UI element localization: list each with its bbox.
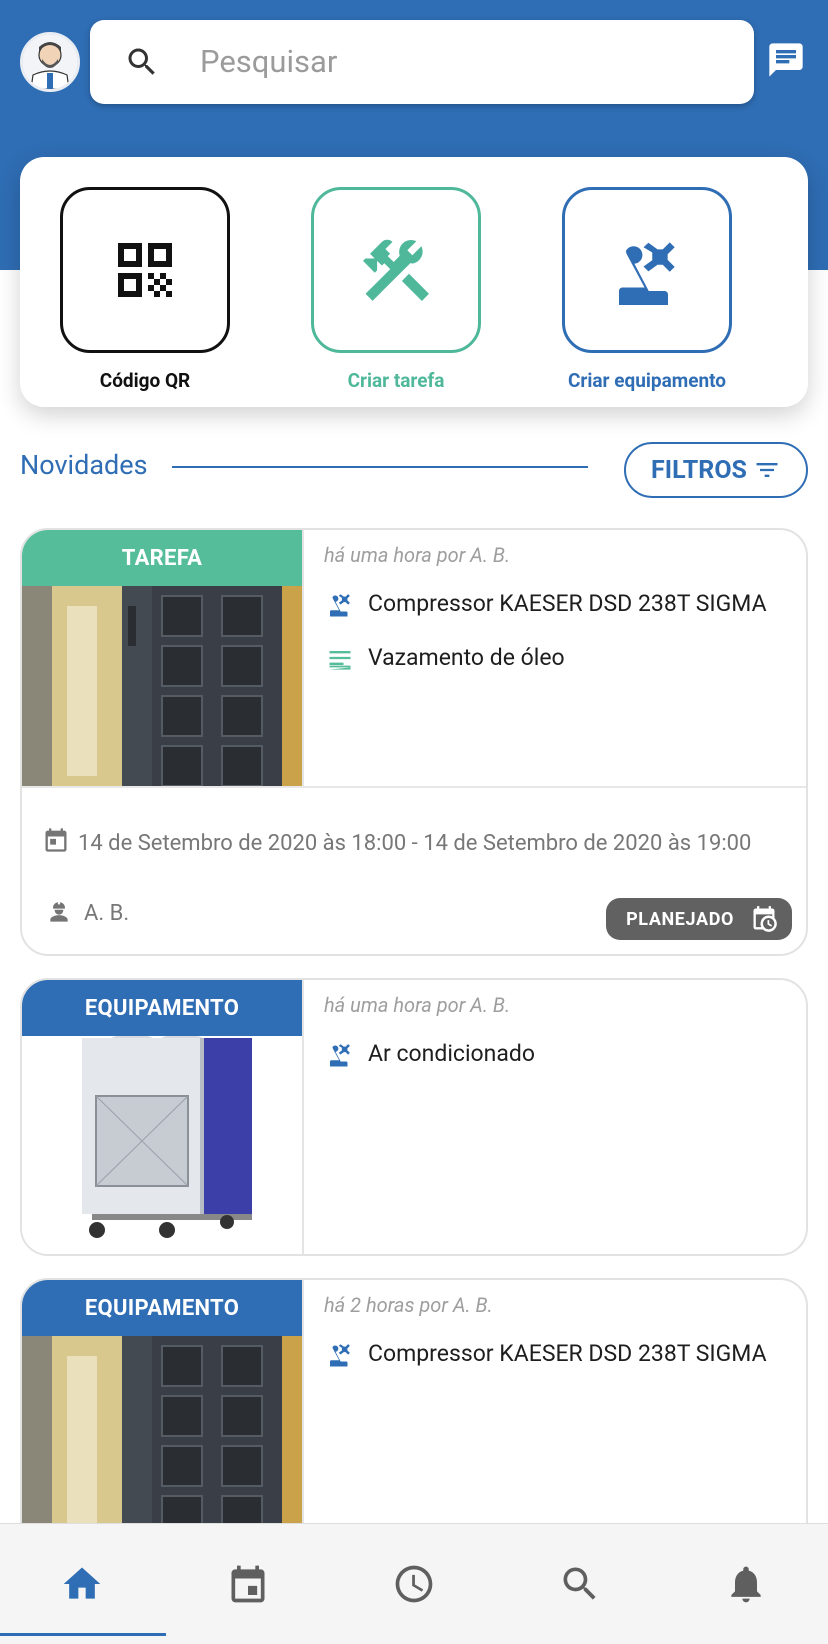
equipment-photo	[22, 586, 302, 786]
equipment-row: Compressor KAESER DSD 238T SIGMA	[324, 588, 796, 620]
nav-notifications[interactable]	[722, 1560, 770, 1608]
nav-search[interactable]	[556, 1560, 604, 1608]
filters-label: FILTROS	[651, 455, 747, 485]
status-label: PLANEJADO	[626, 908, 734, 930]
card-content: há uma hora por A. B. Ar condicionado	[324, 980, 796, 1070]
qr-code-action[interactable]: Código QR	[25, 187, 265, 393]
card-separator	[22, 786, 806, 788]
card-content: há uma hora por A. B. Compressor KAESER …	[324, 530, 796, 674]
nav-active-indicator	[0, 1633, 166, 1636]
home-icon	[63, 1567, 101, 1599]
quick-actions-card: Código QR Criar tarefa Criar equipamento	[20, 157, 808, 407]
search-input[interactable]: Pesquisar	[200, 44, 337, 80]
description-row: Vazamento de óleo	[324, 642, 796, 674]
feed-card-equipment[interactable]: EQUIPAMENTO há uma hora por A. B. Ar con…	[20, 978, 808, 1256]
news-divider	[172, 466, 588, 468]
calendar-icon	[45, 828, 67, 852]
qr-code-icon	[118, 243, 172, 297]
card-meta: há uma hora por A. B.	[324, 993, 511, 1017]
create-equipment-label: Criar equipamento	[567, 369, 727, 392]
avatar-illustration	[23, 35, 77, 89]
assignee-row: A. B.	[46, 900, 129, 926]
notes-icon	[324, 642, 356, 674]
card-divider	[302, 530, 304, 786]
nav-home[interactable]	[58, 1560, 106, 1608]
card-media: TAREFA	[22, 530, 302, 786]
calendar-icon	[231, 1565, 265, 1603]
create-task-action[interactable]: Criar tarefa	[276, 187, 516, 393]
robot-arm-icon	[324, 1338, 356, 1370]
feed-card-task[interactable]: TAREFA há uma hora por A. B. Compressor …	[20, 528, 808, 956]
robot-arm-icon	[324, 588, 356, 620]
task-description: Vazamento de óleo	[368, 644, 565, 671]
tools-icon	[363, 239, 429, 301]
equipment-photo	[22, 1036, 302, 1254]
filter-icon	[756, 463, 778, 477]
clock-icon	[395, 1565, 433, 1603]
search-bar[interactable]: Pesquisar	[90, 20, 754, 104]
equipment-name: Ar condicionado	[368, 1040, 535, 1067]
create-task-label: Criar tarefa	[347, 369, 445, 392]
schedule-text: 14 de Setembro de 2020 às 18:00 - 14 de …	[78, 831, 752, 856]
nav-history[interactable]	[390, 1560, 438, 1608]
bottom-navigation	[0, 1523, 828, 1644]
compressor-image	[22, 586, 302, 786]
equipment-row: Ar condicionado	[324, 1038, 796, 1070]
card-meta: há uma hora por A. B.	[324, 543, 511, 567]
equipment-name: Compressor KAESER DSD 238T SIGMA	[368, 1340, 767, 1367]
assignee-name: A. B.	[84, 900, 130, 926]
card-media: EQUIPAMENTO	[22, 980, 302, 1254]
nav-calendar[interactable]	[224, 1560, 272, 1608]
bell-icon	[731, 1566, 761, 1603]
status-badge[interactable]: PLANEJADO	[606, 898, 792, 940]
card-divider	[302, 980, 304, 1254]
card-meta: há 2 horas por A. B.	[324, 1293, 493, 1317]
type-badge: EQUIPAMENTO	[22, 1280, 302, 1336]
air-conditioner-image	[22, 1036, 302, 1254]
create-equipment-button[interactable]	[562, 187, 732, 353]
create-equipment-action[interactable]: Criar equipamento	[527, 187, 767, 393]
robot-arm-icon	[324, 1038, 356, 1070]
calendar-clock-icon	[753, 906, 777, 932]
qr-code-label: Código QR	[99, 369, 191, 392]
schedule-row: 14 de Setembro de 2020 às 18:00 - 14 de …	[42, 826, 782, 862]
type-badge: EQUIPAMENTO	[22, 980, 302, 1036]
qr-code-button[interactable]	[60, 187, 230, 353]
create-task-button[interactable]	[311, 187, 481, 353]
card-content: há 2 horas por A. B. Compressor KAESER D…	[324, 1280, 796, 1370]
worker-icon	[50, 902, 68, 922]
robot-arm-icon	[619, 242, 675, 305]
type-badge: TAREFA	[22, 530, 302, 586]
filters-button[interactable]: FILTROS	[624, 442, 808, 498]
chat-icon[interactable]	[766, 40, 806, 80]
news-title: Novidades	[20, 449, 148, 481]
avatar[interactable]	[20, 32, 80, 92]
search-icon	[128, 48, 155, 75]
equipment-row: Compressor KAESER DSD 238T SIGMA	[324, 1338, 796, 1370]
search-icon	[563, 1567, 596, 1600]
equipment-name: Compressor KAESER DSD 238T SIGMA	[368, 590, 767, 617]
